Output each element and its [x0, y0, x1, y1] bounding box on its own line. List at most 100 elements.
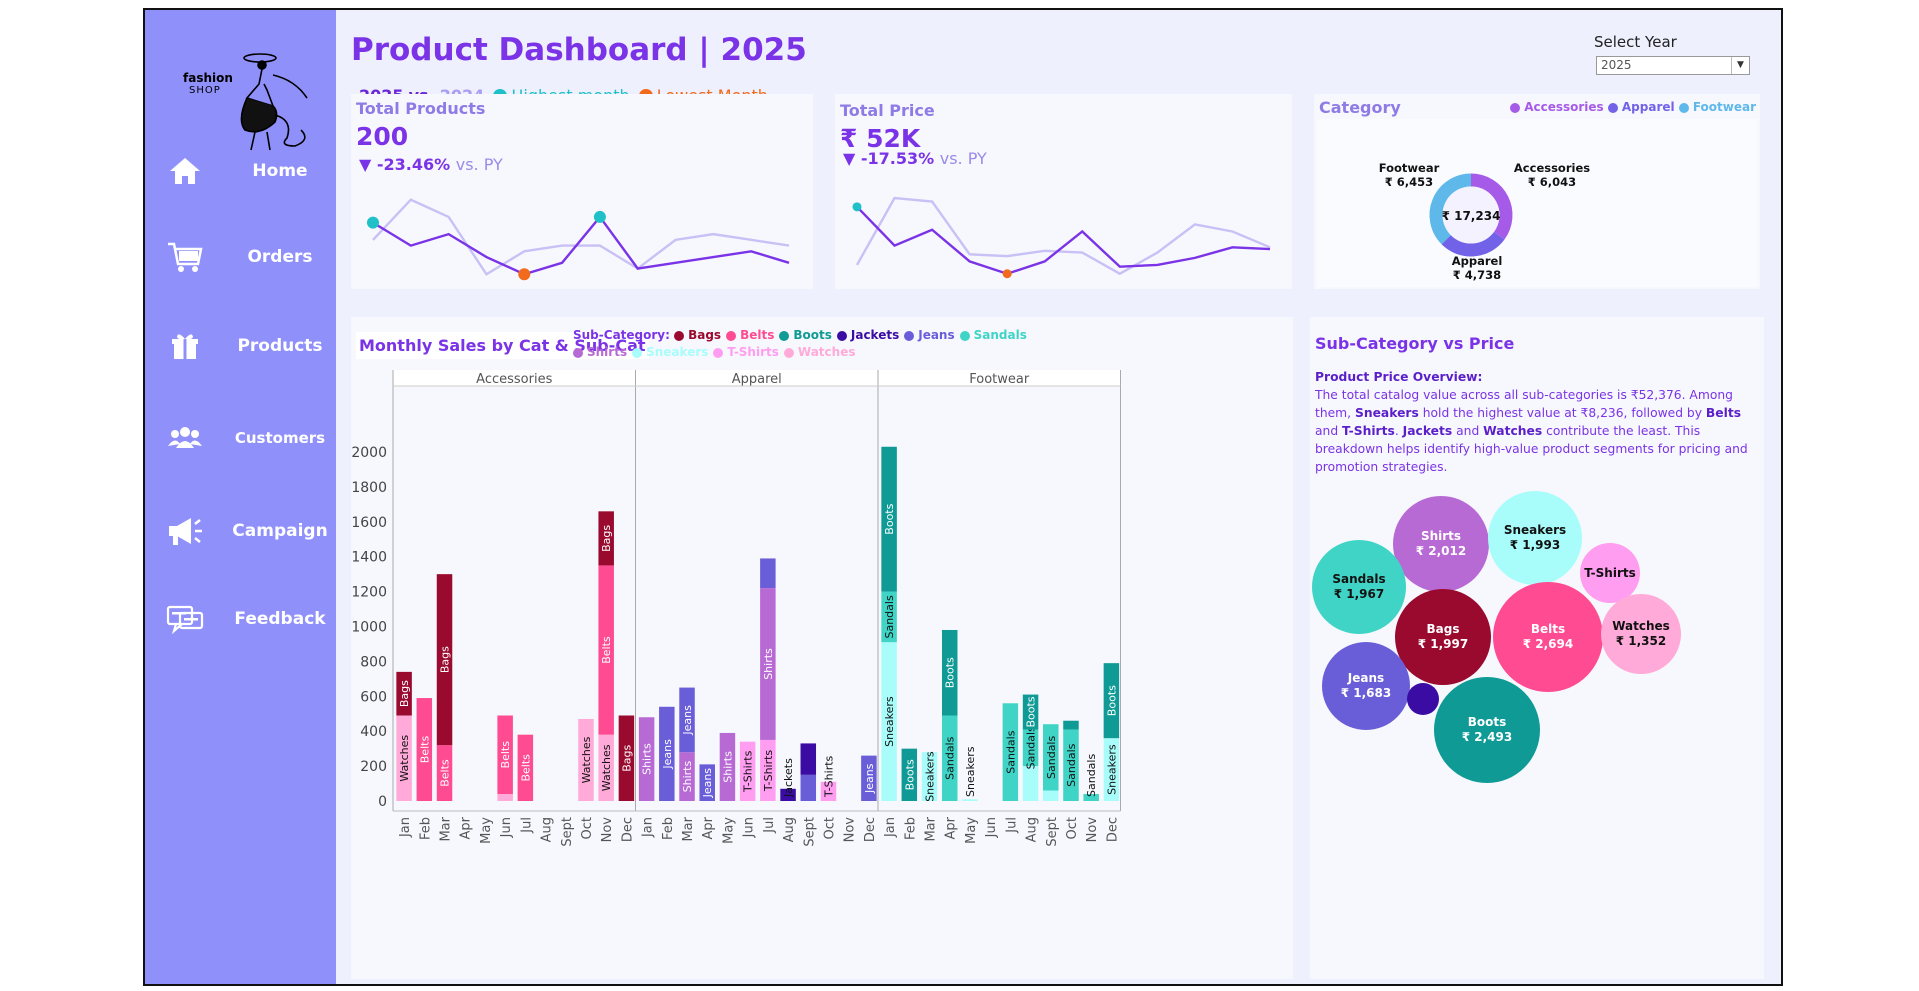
bubble-label: Bags: [1427, 622, 1460, 636]
category-donut-chart: Footwear ₹ 6,453 Accessories ₹ 6,043 App…: [1379, 161, 1591, 282]
legend-accessories: Accessories: [1524, 100, 1604, 114]
apparel-dot-icon: [1607, 103, 1618, 113]
x-tick-label: Aug: [540, 817, 555, 842]
fashion-shop-logo: fashion SHOP: [175, 50, 325, 160]
y-tick-label: 200: [360, 759, 387, 775]
bar-segment-watches: [497, 794, 513, 801]
bar-label: Sandals: [1085, 754, 1098, 797]
donut-label-apparel: Apparel: [1452, 254, 1503, 268]
bubble-value: ₹ 1,993: [1510, 538, 1560, 552]
bubble-value: ₹ 1,997: [1418, 637, 1468, 651]
y-tick-label: 1600: [351, 515, 387, 531]
x-tick-label: Apr: [459, 816, 474, 839]
legend-item-watches: Watches: [783, 345, 855, 359]
x-tick-label: Nov: [1085, 817, 1100, 843]
bar-label: Sandals: [1065, 743, 1078, 786]
nav-campaign[interactable]: Campaign: [145, 509, 336, 553]
x-tick-label: May: [721, 817, 736, 844]
gift-icon: [165, 326, 205, 366]
bar-label: Sandals: [1004, 730, 1017, 773]
legend-text: Sandals: [973, 328, 1027, 342]
bar-label: Jeans: [863, 763, 876, 794]
bar-label: Bags: [620, 744, 633, 771]
bubble-label: T-Shirts: [1584, 566, 1636, 580]
nav-feedback[interactable]: Feedback: [145, 597, 336, 641]
bar-label: Shirts: [721, 751, 734, 783]
overview-b2: Belts: [1705, 406, 1742, 420]
total-price-card: Total Price ₹ 52K ▼ -17.53% vs. PY: [835, 94, 1292, 289]
lowest-month-marker: [1002, 269, 1012, 279]
bar-label: Watches: [580, 736, 593, 783]
overview-b1: Sneakers: [1354, 406, 1419, 420]
donut-label-accessories: Accessories: [1514, 161, 1590, 175]
bubble-value: ₹ 2,493: [1462, 730, 1512, 744]
subcategory-price-title: Sub-Category vs Price: [1315, 334, 1515, 353]
select-year-label: Select Year: [1594, 33, 1677, 51]
x-tick-label: Nov: [600, 817, 615, 843]
y-tick-label: 600: [360, 689, 387, 705]
panel-header-apparel: Apparel: [732, 372, 782, 387]
total-products-delta: ▼ -23.46% vs. PY: [359, 155, 503, 174]
nav-orders[interactable]: Orders: [145, 235, 336, 279]
total-price-delta-suffix: vs. PY: [939, 149, 987, 168]
subcategory-price-card: Sub-Category vs Price Product Price Over…: [1310, 317, 1764, 979]
bar-label: Bags: [398, 680, 411, 707]
footwear-dot-icon: [1678, 103, 1689, 113]
total-price-sparkline: [852, 196, 1271, 279]
legend-item-shirts: Shirts: [573, 345, 627, 359]
bar-label: T-Shirts: [822, 755, 835, 798]
x-tick-label: Mar: [439, 816, 454, 841]
x-tick-label: Apr: [944, 816, 959, 839]
legend-footwear: Footwear: [1692, 100, 1756, 114]
page-title: Product Dashboard | 2025: [351, 32, 807, 68]
bar-segment-boots: [1063, 720, 1079, 730]
y-tick-label: 1000: [351, 620, 387, 636]
bar-label: Boots: [1025, 696, 1038, 727]
bar-label: T-Shirts: [762, 750, 775, 793]
overview-p2: hold the highest value at ₹8,236, follow…: [1418, 406, 1706, 420]
x-tick-label: Nov: [843, 817, 858, 843]
x-tick-label: Jan: [883, 817, 898, 838]
year-select[interactable]: 2025 ▼: [1596, 56, 1750, 75]
category-card: Category Accessories Apparel Footwear Fo…: [1314, 94, 1760, 289]
x-tick-label: Mar: [924, 816, 939, 841]
bubble-value: ₹ 2,012: [1416, 544, 1466, 558]
overview-p5: and: [1452, 424, 1484, 438]
nav-customers[interactable]: Customers: [145, 416, 336, 460]
legend-item-sneakers: Sneakers: [632, 345, 708, 359]
svg-text:SHOP: SHOP: [189, 85, 221, 96]
nav-products[interactable]: Products: [145, 324, 336, 368]
total-price-delta-value: ▼ -17.53%: [843, 149, 935, 168]
x-tick-label: Sept: [1045, 817, 1060, 847]
sidebar: fashion SHOP Home Orders Products Custom…: [145, 10, 336, 984]
nav-home[interactable]: Home: [145, 149, 336, 193]
chevron-down-icon[interactable]: ▼: [1731, 57, 1749, 74]
x-tick-label: Dec: [620, 817, 635, 842]
bar-label: T-Shirts: [742, 750, 755, 793]
legend-dot-icon: [632, 348, 643, 358]
nav-orders-label: Orders: [247, 247, 313, 267]
highest-month-marker: [367, 216, 379, 229]
legend-item-bags: Bags: [674, 328, 721, 342]
bubble-jackets: [1407, 683, 1439, 715]
legend-text: Belts: [740, 328, 775, 342]
x-tick-label: Aug: [1025, 817, 1040, 842]
bar-label: Sandals: [1045, 736, 1058, 779]
y-tick-label: 400: [360, 724, 387, 740]
x-tick-label: Oct: [822, 817, 837, 839]
bubble-label: Shirts: [1421, 529, 1461, 543]
y-tick-label: 800: [360, 654, 387, 670]
bar-label: Belts: [499, 741, 512, 769]
x-tick-label: May: [964, 817, 979, 844]
bar-label: Boots: [944, 657, 957, 688]
bubble-value: ₹ 1,683: [1341, 686, 1391, 700]
legend-item-boots: Boots: [779, 328, 832, 342]
x-tick-label: Sept: [560, 817, 575, 847]
bar-label: Jeans: [661, 739, 674, 770]
bar-label: Jackets: [782, 758, 795, 798]
legend-text: Shirts: [587, 345, 628, 359]
bubble-label: Jeans: [1347, 671, 1384, 685]
home-icon: [165, 151, 205, 191]
bar-label: Shirts: [681, 761, 694, 793]
x-tick-label: Sept: [802, 817, 817, 847]
